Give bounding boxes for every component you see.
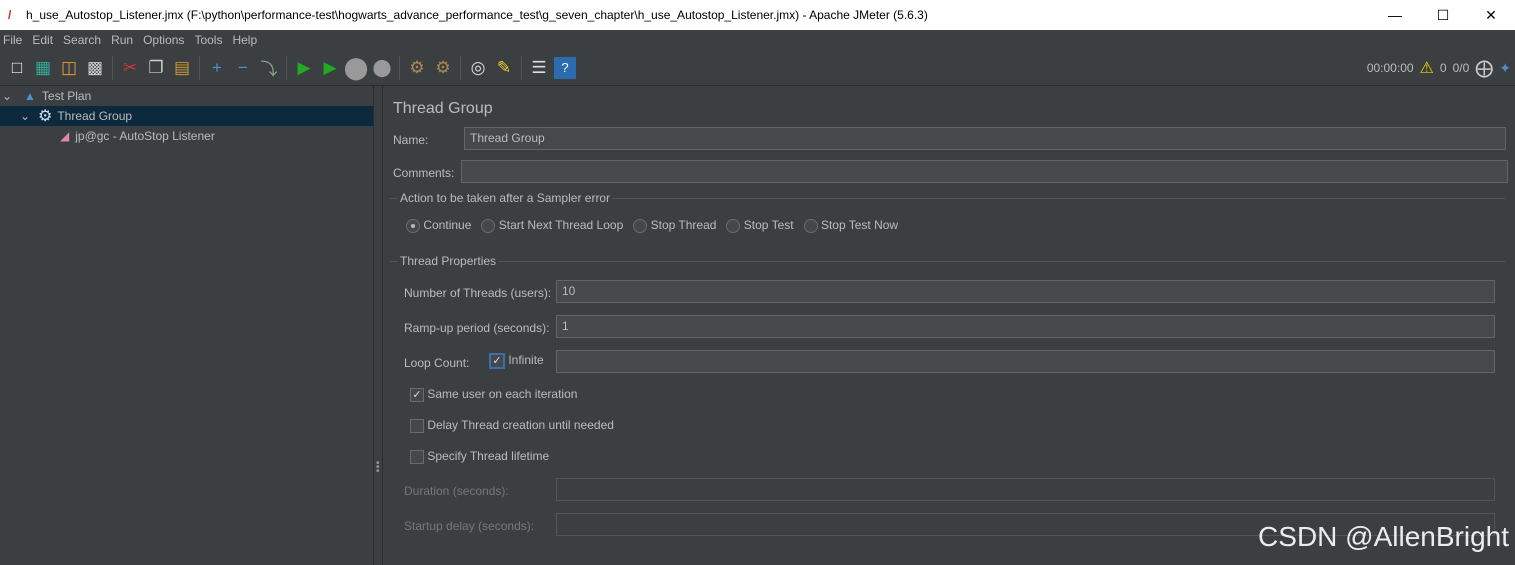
- panel-title: Thread Group: [393, 100, 493, 117]
- warning-count: 0: [1439, 61, 1447, 75]
- clear-icon[interactable]: ⚙: [406, 57, 428, 79]
- comments-input[interactable]: [461, 160, 1508, 183]
- chevron-down-icon[interactable]: ⌄: [20, 109, 36, 123]
- tree-label: Test Plan: [41, 89, 92, 103]
- test-plan-tree: ⌄ ▲ Test Plan ⌄ ⚙ Thread Group ◢ jp@gc -…: [0, 86, 373, 565]
- menu-help[interactable]: Help: [232, 33, 257, 47]
- save-icon[interactable]: ▩: [84, 57, 106, 79]
- radio-stop-thread[interactable]: Stop Thread: [633, 218, 716, 233]
- duration-label: Duration (seconds):: [404, 484, 509, 498]
- tree-node-test-plan[interactable]: ⌄ ▲ Test Plan: [2, 86, 91, 106]
- active-threads: 0/0: [1452, 61, 1470, 75]
- name-input[interactable]: Thread Group: [464, 127, 1506, 150]
- radio-stop-test-now[interactable]: Stop Test Now: [803, 218, 898, 233]
- warning-icon[interactable]: ⚠: [1420, 58, 1434, 78]
- radio-start-next-thread-loop[interactable]: Start Next Thread Loop: [481, 218, 623, 233]
- name-label: Name:: [393, 133, 429, 147]
- copy-icon[interactable]: ❐: [145, 57, 167, 79]
- loop-count-input[interactable]: [556, 350, 1495, 373]
- paste-icon[interactable]: ▤: [171, 57, 193, 79]
- remote-icon[interactable]: ⨁: [1475, 58, 1493, 79]
- listener-graph-icon: ◢: [60, 129, 70, 143]
- title-bar: / h_use_Autostop_Listener.jmx (F:\python…: [0, 0, 1515, 30]
- window-title: h_use_Autostop_Listener.jmx (F:\python\p…: [26, 8, 928, 22]
- templates-icon[interactable]: ▦: [32, 57, 54, 79]
- minimize-button[interactable]: —: [1371, 0, 1419, 30]
- infinite-checkbox[interactable]: ✓ Infinite: [489, 353, 544, 369]
- specify-thread-lifetime-checkbox[interactable]: Specify Thread lifetime: [410, 449, 549, 464]
- toolbar: □ ▦ ◫ ▩ ✂ ❐ ▤ + − ⤵ ▶ ▶ ⬤ ⬤ ⚙ ⚙ ◎ ✎ ☰ ?: [0, 50, 1515, 86]
- start-no-pauses-icon[interactable]: ▶: [319, 57, 341, 79]
- tree-label: jp@gc - AutoStop Listener: [75, 129, 215, 143]
- new-icon[interactable]: □: [6, 57, 28, 79]
- startup-delay-label: Startup delay (seconds):: [404, 519, 535, 533]
- maximize-button[interactable]: ☐: [1419, 0, 1467, 30]
- close-button[interactable]: ✕: [1467, 0, 1515, 30]
- comments-label: Comments:: [393, 166, 455, 180]
- open-icon[interactable]: ◫: [58, 57, 80, 79]
- delay-thread-creation-checkbox[interactable]: Delay Thread creation until needed: [410, 418, 614, 433]
- drag-handle-icon[interactable]: • • •: [376, 459, 380, 477]
- tree-label: Thread Group: [57, 109, 133, 123]
- menu-run[interactable]: Run: [111, 33, 133, 47]
- tree-node-thread-group[interactable]: ⌄ ⚙ Thread Group: [0, 106, 373, 126]
- toggle-icon[interactable]: ⤵: [258, 57, 280, 79]
- start-icon[interactable]: ▶: [293, 57, 315, 79]
- menu-search[interactable]: Search: [63, 33, 101, 47]
- radio-stop-test[interactable]: Stop Test: [726, 218, 794, 233]
- cut-icon[interactable]: ✂: [119, 57, 141, 79]
- menu-file[interactable]: File: [3, 33, 22, 47]
- reset-search-broom-icon[interactable]: ✎: [493, 57, 515, 79]
- status-area: 00:00:00 ⚠ 0 0/0 ⨁ ✦: [1367, 50, 1515, 86]
- menu-edit[interactable]: Edit: [32, 33, 53, 47]
- thread-properties-title: Thread Properties: [398, 254, 499, 268]
- search-binoculars-icon[interactable]: ◎: [467, 57, 489, 79]
- chevron-down-icon[interactable]: ⌄: [2, 89, 18, 103]
- clear-all-icon[interactable]: ⚙: [432, 57, 454, 79]
- error-section-title: Action to be taken after a Sampler error: [398, 191, 613, 205]
- shutdown-icon[interactable]: ⬤: [371, 57, 393, 79]
- collapse-icon[interactable]: −: [232, 57, 254, 79]
- help-icon[interactable]: ?: [554, 56, 576, 79]
- divider: [390, 261, 1505, 262]
- elapsed-time: 00:00:00: [1366, 61, 1414, 75]
- split-pane-divider[interactable]: [373, 86, 383, 565]
- threads-label: Number of Threads (users):: [404, 286, 552, 300]
- thread-group-panel: Thread Group Name: Thread Group Comments…: [383, 86, 1515, 565]
- expand-icon[interactable]: +: [206, 57, 228, 79]
- stop-icon[interactable]: ⬤: [344, 55, 369, 80]
- menu-bar: File Edit Search Run Options Tools Help: [0, 30, 1515, 50]
- loop-count-label: Loop Count:: [404, 356, 470, 370]
- log-viewer-icon[interactable]: ✦: [1499, 60, 1511, 77]
- watermark: CSDN @AllenBright: [1258, 521, 1509, 552]
- function-helper-icon[interactable]: ☰: [528, 57, 550, 79]
- gear-icon: ⚙: [38, 108, 53, 125]
- radio-continue[interactable]: Continue: [406, 218, 471, 233]
- tree-node-autostop-listener[interactable]: ◢ jp@gc - AutoStop Listener: [60, 126, 215, 146]
- flask-icon: ▲: [24, 89, 36, 103]
- same-user-checkbox[interactable]: ✓ Same user on each iteration: [410, 387, 577, 402]
- menu-options[interactable]: Options: [143, 33, 184, 47]
- threads-input[interactable]: 10: [556, 280, 1495, 303]
- error-action-radio-group: Continue Start Next Thread Loop Stop Thr…: [406, 218, 898, 233]
- rampup-input[interactable]: 1: [556, 315, 1495, 338]
- duration-input[interactable]: [556, 478, 1495, 501]
- rampup-label: Ramp-up period (seconds):: [404, 321, 550, 335]
- jmeter-feather-icon: /: [8, 8, 12, 22]
- menu-tools[interactable]: Tools: [194, 33, 222, 47]
